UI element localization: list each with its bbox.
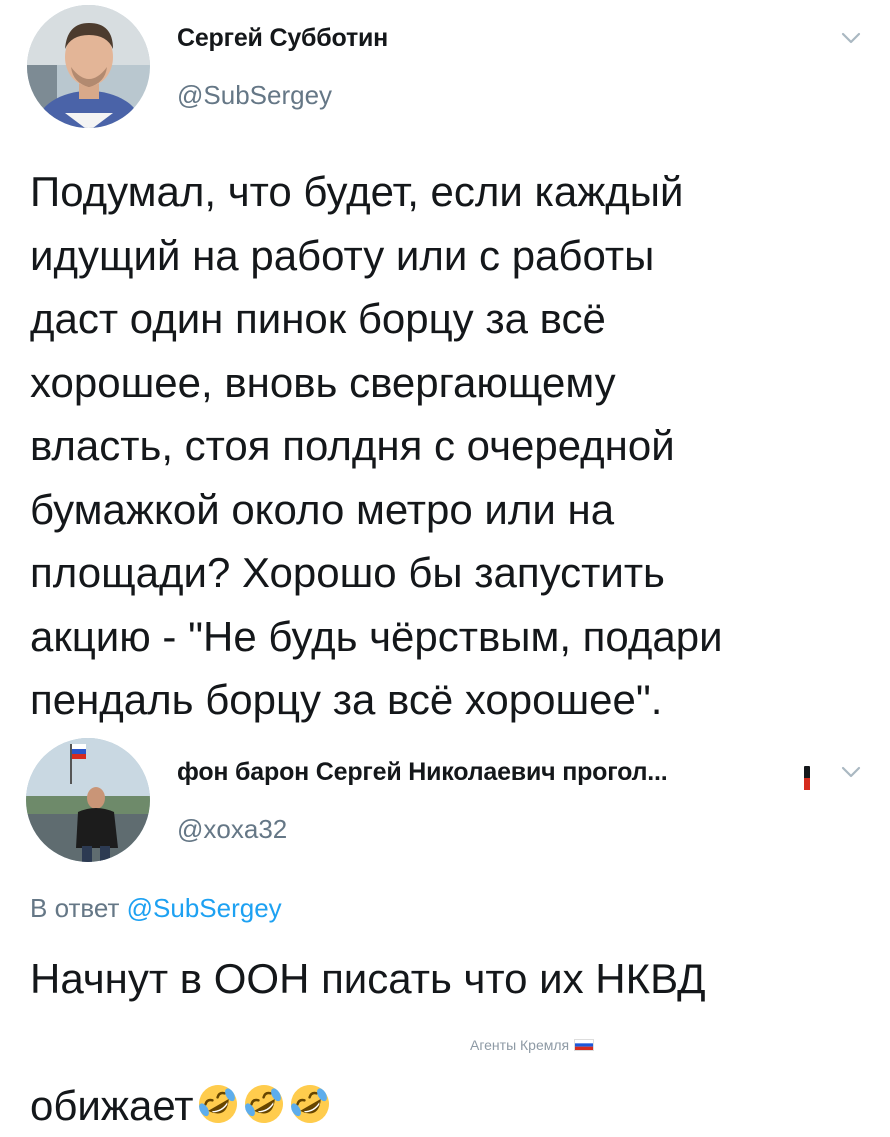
tweet-text-word: обижает <box>30 1081 194 1129</box>
author-handle[interactable]: @xoxa32 <box>177 814 287 845</box>
avatar[interactable] <box>27 5 150 128</box>
more-indicator <box>804 766 810 790</box>
tweet-text-line-2: обижает <box>30 1010 650 1137</box>
chevron-down-icon[interactable] <box>836 26 866 50</box>
russia-flag-icon <box>574 1039 595 1051</box>
rolling-on-floor-laughing-icon <box>198 1084 237 1123</box>
rolling-on-floor-laughing-icon <box>290 1084 329 1123</box>
author-handle[interactable]: @SubSergey <box>177 80 332 111</box>
chevron-down-icon[interactable] <box>836 760 866 784</box>
avatar[interactable] <box>26 738 150 862</box>
tweet-text: Подумал, что будет, если каждый идущий н… <box>30 168 723 723</box>
tweet-reply: фон барон Сергей Николаевич прогол... @x… <box>0 730 890 1129</box>
watermark-text: Агенты Кремля <box>470 1037 570 1053</box>
avatar-photo <box>27 5 150 128</box>
rolling-on-floor-laughing-icon <box>244 1084 283 1123</box>
author-name[interactable]: Сергей Субботин <box>177 24 388 53</box>
watermark: Агенты Кремля <box>470 1037 595 1053</box>
reply-prefix: В ответ <box>30 893 120 923</box>
author-name[interactable]: фон барон Сергей Николаевич прогол... <box>177 758 668 787</box>
avatar-photo <box>26 738 150 862</box>
reply-context: В ответ @SubSergey <box>30 893 282 924</box>
tweet-main: Сергей Субботин @SubSergey Подумал, что … <box>0 0 890 730</box>
tweet-text-line-1: Начнут в ООН писать что их НКВД <box>30 955 706 1002</box>
reply-mention-link[interactable]: @SubSergey <box>127 893 282 923</box>
